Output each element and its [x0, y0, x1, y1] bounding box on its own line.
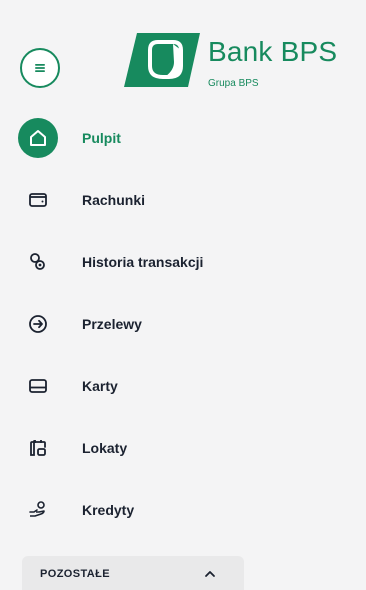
brand-name: Bank BPS	[208, 36, 338, 67]
menu-toggle-button[interactable]	[20, 48, 60, 88]
deposit-icon	[22, 432, 54, 464]
sidebar-item-label: Historia transakcji	[82, 254, 204, 270]
bank-logo[interactable]: Bank BPS Grupa BPS	[122, 28, 360, 94]
bank-logo-mark-icon	[122, 32, 200, 88]
sidebar-item-przelewy[interactable]: Przelewy	[0, 298, 366, 360]
sidebar-item-label: Karty	[82, 378, 118, 394]
loan-icon	[22, 494, 54, 526]
sidebar-item-label: Lokaty	[82, 440, 128, 456]
sidebar-item-karty[interactable]: Karty	[0, 360, 366, 422]
sidebar-item-lokaty[interactable]: Lokaty	[0, 422, 366, 484]
sidebar-item-rachunki[interactable]: Rachunki	[0, 174, 366, 236]
sidebar-navigation: Pulpit Rachunki Historia transakcji Prze…	[0, 112, 366, 546]
sidebar-item-label: Kredyty	[82, 502, 135, 518]
sidebar-item-label: Przelewy	[82, 316, 142, 332]
sidebar-item-pulpit[interactable]: Pulpit	[0, 112, 366, 174]
history-icon	[22, 246, 54, 278]
hamburger-icon	[34, 62, 46, 74]
brand-subtitle: Grupa BPS	[208, 78, 259, 89]
sidebar-item-label: Rachunki	[82, 192, 146, 208]
sidebar-item-kredyty[interactable]: Kredyty	[0, 484, 366, 546]
other-section-label: POZOSTAŁE	[40, 568, 111, 580]
sidebar-item-label: Pulpit	[82, 130, 121, 146]
card-icon	[22, 370, 54, 402]
other-section-toggle[interactable]: POZOSTAŁE	[22, 556, 244, 590]
home-icon	[18, 118, 58, 158]
app-header: Bank BPS Grupa BPS	[0, 0, 366, 110]
wallet-icon	[22, 184, 54, 216]
chevron-up-icon	[202, 566, 218, 582]
transfer-icon	[22, 308, 54, 340]
sidebar-item-historia-transakcji[interactable]: Historia transakcji	[0, 236, 366, 298]
